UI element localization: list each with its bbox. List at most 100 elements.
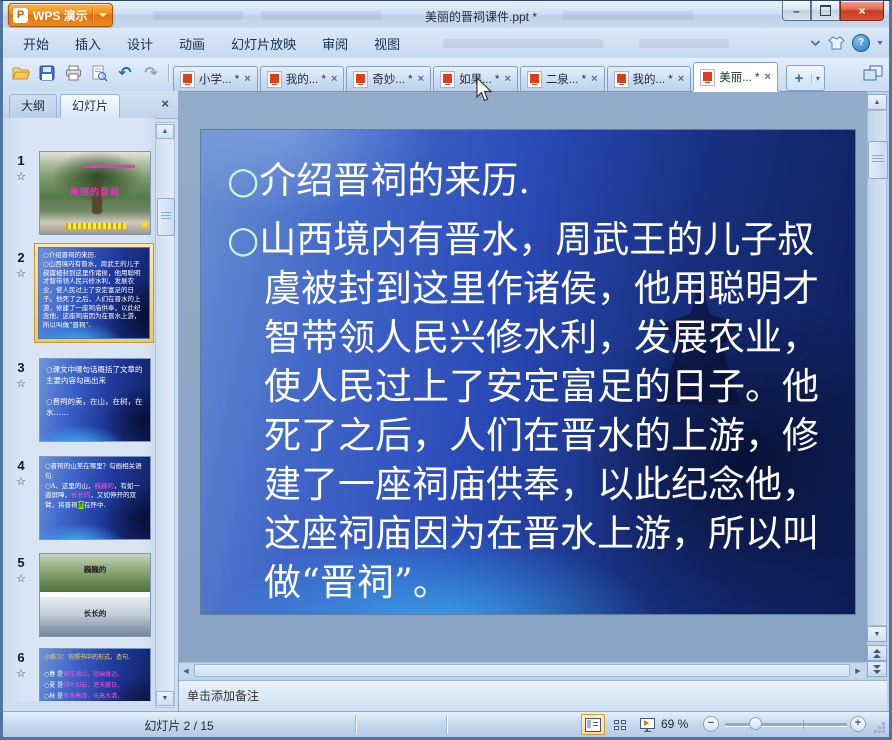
zoom-in-button[interactable]: + xyxy=(850,716,866,732)
double-up-arrow-icon xyxy=(873,653,881,658)
wps-logo-icon: P xyxy=(13,7,28,23)
next-slide-button[interactable] xyxy=(867,661,887,677)
menu-view[interactable]: 视图 xyxy=(374,34,400,53)
slide-sorter-view-button[interactable] xyxy=(608,714,632,735)
tab-close-icon[interactable]: × xyxy=(244,73,250,85)
tab-close-icon[interactable]: × xyxy=(331,73,337,85)
scroll-down-icon[interactable]: ▼ xyxy=(156,691,174,706)
tab-close-icon[interactable]: × xyxy=(418,73,424,85)
slide-text-block[interactable]: ○介绍晋祠的来历. ○山西境内有晋水，周武王的儿子叔 虞被封到这里作诸侯，他用聪… xyxy=(227,156,843,607)
wps-app-menu-button[interactable]: P WPS 演示 xyxy=(8,3,113,27)
horizontal-scrollbar[interactable]: ◀ ▶ xyxy=(179,662,865,678)
open-button[interactable] xyxy=(10,62,32,84)
zoom-out-button[interactable]: − xyxy=(703,716,719,732)
collapse-ribbon-icon[interactable] xyxy=(810,39,821,47)
minimize-button[interactable]: – xyxy=(782,1,811,21)
panel-close-icon[interactable]: × xyxy=(161,96,169,112)
menu-design[interactable]: 设计 xyxy=(127,34,153,53)
scrollbar-track[interactable] xyxy=(867,110,887,626)
maximize-button[interactable] xyxy=(811,1,840,21)
previous-slide-button[interactable] xyxy=(867,645,887,661)
thumbnail-scrollbar[interactable]: ▲ ▼ xyxy=(155,122,175,708)
menu-insert[interactable]: 插入 xyxy=(75,34,101,53)
tab-close-icon[interactable]: × xyxy=(504,73,510,85)
normal-view-icon xyxy=(585,717,601,732)
menu-home[interactable]: 开始 xyxy=(23,34,49,53)
thumb-line: ○秋 是草木萧疏，天高水清， xyxy=(44,692,146,701)
tab-outline[interactable]: 大纲 xyxy=(9,94,58,118)
slide-thumbnail-4[interactable]: ○晋祠的山美在哪里？勾画相关语句. ○A、这里的山，巍巍的，有如一道屏障，长长的… xyxy=(39,456,151,540)
thumb-paragraph: ○晋祠的美，在山，在树，在水…… xyxy=(46,396,143,417)
zoom-percentage: 69 % xyxy=(661,717,689,731)
save-button[interactable] xyxy=(36,62,58,84)
mountain-photo-bottom: 长长的 xyxy=(40,596,150,636)
print-button[interactable] xyxy=(62,62,84,84)
doc-tab-2[interactable]: 我的... * × xyxy=(259,66,345,91)
statusbar-divider xyxy=(355,715,356,734)
close-button[interactable]: × xyxy=(840,1,884,21)
slide-bullet-line: ○介绍晋祠的来历. xyxy=(227,156,843,205)
zoom-slider-thumb[interactable] xyxy=(749,717,762,730)
scrollbar-thumb[interactable] xyxy=(157,198,175,236)
thumb-text-segment: ○秋 是 xyxy=(44,693,64,700)
tab-close-icon[interactable]: × xyxy=(764,71,770,83)
more-options-caret-icon[interactable] xyxy=(877,41,883,45)
help-icon[interactable]: ? xyxy=(852,34,870,52)
slide-thumbnail-1[interactable]: 美丽的晋祠 xyxy=(39,151,151,235)
doc-tab-5[interactable]: 二泉... * × xyxy=(519,66,605,91)
doc-tab-3[interactable]: 奇妙... * × xyxy=(346,66,432,91)
thumb-text-segment: ○夏 是 xyxy=(44,682,64,689)
slide-thumbnail-2-selected[interactable]: ○介绍晋祠的来历. ○山西境内有晋水，周武王的儿子叔虞被封到这里作诸侯，他用聪明… xyxy=(34,243,154,343)
skin-shirt-icon[interactable] xyxy=(828,36,845,50)
scroll-up-icon[interactable]: ▲ xyxy=(867,94,887,110)
tab-close-icon[interactable]: × xyxy=(591,73,597,85)
menubar-right-icons: ? xyxy=(810,28,883,58)
tab-slides[interactable]: 幻灯片 xyxy=(60,94,121,118)
slide-thumbnail-6[interactable]: 小练习：仿照书中的形式，造句. ○春 是黄花满山，径幽香远， ○夏 是绿叶如云，… xyxy=(39,648,151,701)
thumb-text-segment: ○A、这里的山， xyxy=(45,481,95,490)
slide-text-line: 使人民过上了安定富足的日子。他 xyxy=(264,365,819,408)
scroll-down-icon[interactable]: ▼ xyxy=(867,626,887,642)
doc-tab-1[interactable]: 小学... * × xyxy=(173,66,258,91)
plus-icon: + xyxy=(794,69,804,87)
scrollbar-thumb[interactable] xyxy=(868,141,888,179)
scrollbar-thumb[interactable] xyxy=(194,664,850,677)
slide-thumbnail-5[interactable]: 巍巍的 长长的 xyxy=(39,553,151,637)
undo-button[interactable]: ↶ xyxy=(114,62,136,84)
highlighted-text: 黄花满山，径幽香远， xyxy=(63,671,124,678)
scroll-right-icon[interactable]: ▶ xyxy=(851,664,865,678)
slide-canvas[interactable]: ○介绍晋祠的来历. ○山西境内有晋水，周武王的儿子叔 虞被封到这里作诸侯，他用聪… xyxy=(200,129,856,615)
slideshow-button[interactable] xyxy=(635,714,659,735)
print-preview-button[interactable] xyxy=(88,62,110,84)
doc-tab-7-active[interactable]: 美丽... * × xyxy=(693,62,778,91)
thumb-line: ○夏 是绿叶如云，遮天蔽日， xyxy=(44,681,146,690)
slide-bullet-line: ○山西境内有晋水，周武王的儿子叔 xyxy=(227,215,843,264)
notes-input-area[interactable]: 单击添加备注 xyxy=(179,680,887,711)
slide-editing-area[interactable]: ○介绍晋祠的来历. ○山西境内有晋水，周武王的儿子叔 虞被封到这里作诸侯，他用聪… xyxy=(179,91,867,662)
ppt-file-icon xyxy=(700,68,716,86)
vertical-scrollbar[interactable]: ▲ ▼ xyxy=(867,94,888,677)
slide-thumbnail-3[interactable]: ○课文中哪句话概括了文章的主要内容勾画出来 ○晋祠的美，在山，在树，在水…… xyxy=(39,358,151,442)
chevron-down-icon[interactable] xyxy=(98,13,107,17)
resize-grip[interactable] xyxy=(873,721,886,734)
close-icon: × xyxy=(858,3,866,18)
new-tab-button[interactable]: + ▾ xyxy=(785,65,825,91)
ghost-artifact xyxy=(639,39,729,48)
menu-animation[interactable]: 动画 xyxy=(179,34,205,53)
menu-review[interactable]: 审阅 xyxy=(322,34,348,53)
magenta-bar xyxy=(84,165,135,169)
new-tab-caret-icon[interactable]: ▾ xyxy=(810,73,824,83)
menu-slideshow[interactable]: 幻灯片放映 xyxy=(231,34,296,53)
redo-button[interactable]: ↷ xyxy=(140,62,162,84)
slide-sorter-icon xyxy=(614,719,626,730)
scroll-up-icon[interactable]: ▲ xyxy=(156,124,174,139)
scroll-left-icon[interactable]: ◀ xyxy=(179,664,193,678)
arrange-windows-button[interactable] xyxy=(863,65,883,87)
zoom-slider-track[interactable] xyxy=(725,723,847,726)
tab-close-icon[interactable]: × xyxy=(678,73,684,85)
titlebar: P WPS 演示 美丽的晋祠课件.ppt * – × xyxy=(3,1,889,28)
quick-access-toolbar: ↶ ↷ ▾ xyxy=(10,62,179,84)
normal-view-button[interactable] xyxy=(581,714,605,735)
statusbar: 幻灯片 2 / 15 69 % − + xyxy=(3,711,889,737)
doc-tab-6[interactable]: 我的... * × xyxy=(606,66,692,91)
